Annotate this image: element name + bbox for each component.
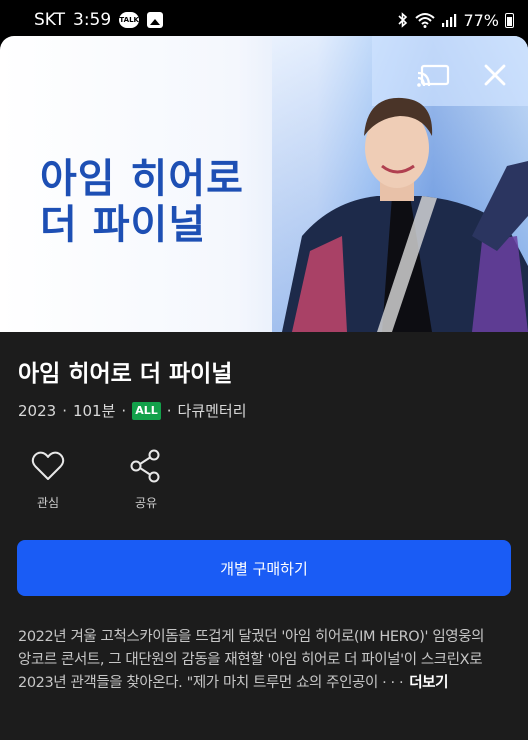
kakaotalk-icon: TALK [119,12,140,28]
poster-title: 아임 히어로 더 파이널 [40,156,244,248]
synopsis-line: 2022년 겨울 고척스카이돔을 뜨겁게 달궜던 '아임 히어로(IM HERO… [18,629,485,645]
carrier-label: SKT [34,10,66,30]
clock: 3:59 [73,10,112,30]
action-row: 관심 공유 [18,448,176,511]
close-icon[interactable] [480,60,510,90]
movie-meta: 2023 · 101분 · ALL · 다큐멘터리 [18,400,247,421]
share-label: 공유 [134,496,158,510]
meta-separator: · [166,401,172,420]
poster: 아임 히어로 더 파이널 [0,36,528,332]
wifi-icon [415,13,436,28]
release-year: 2023 [18,401,57,420]
synopsis: 2022년 겨울 고척스카이돔을 뜨겁게 달궜던 '아임 히어로(IM HERO… [18,626,512,695]
runtime: 101분 [72,402,116,420]
poster-title-line1: 아임 히어로 [40,156,244,202]
cast-icon[interactable] [416,64,450,90]
meta-separator: · [62,401,67,420]
synopsis-line: 앙코르 콘서트, 그 대단원의 감동을 재현할 '아임 히어로 더 파이널'이 … [18,652,483,668]
synopsis-line-text: 2023년 관객들을 찾아온다. "제가 마치 트루먼 쇼의 주인공이 · · … [18,675,404,691]
heart-icon [31,451,65,480]
movie-title: 아임 히어로 더 파이널 [18,361,233,387]
poster-title-line2: 더 파이널 [40,202,207,248]
battery-icon [505,12,514,28]
share-icon [130,449,160,483]
like-button[interactable]: 관심 [18,448,78,511]
genre: 다큐멘터리 [177,402,247,420]
gallery-icon [147,12,164,28]
signal-icon [442,14,457,27]
share-button[interactable]: 공유 [116,448,176,511]
more-link[interactable]: 더보기 [409,675,448,691]
bluetooth-icon [398,12,408,28]
status-bar: SKT 3:59 TALK 77% [0,0,528,40]
detail-sheet: 아임 히어로 더 파이널 아임 히어로 더 파이널 2023 · 101분 · … [0,36,528,740]
buy-button[interactable]: 개별 구매하기 [17,540,511,596]
meta-separator: · [121,401,127,420]
synopsis-line: 2023년 관객들을 찾아온다. "제가 마치 트루먼 쇼의 주인공이 · · … [18,672,512,695]
battery-percent: 77% [463,10,499,30]
age-rating-badge: ALL [132,401,161,420]
like-label: 관심 [36,496,60,510]
